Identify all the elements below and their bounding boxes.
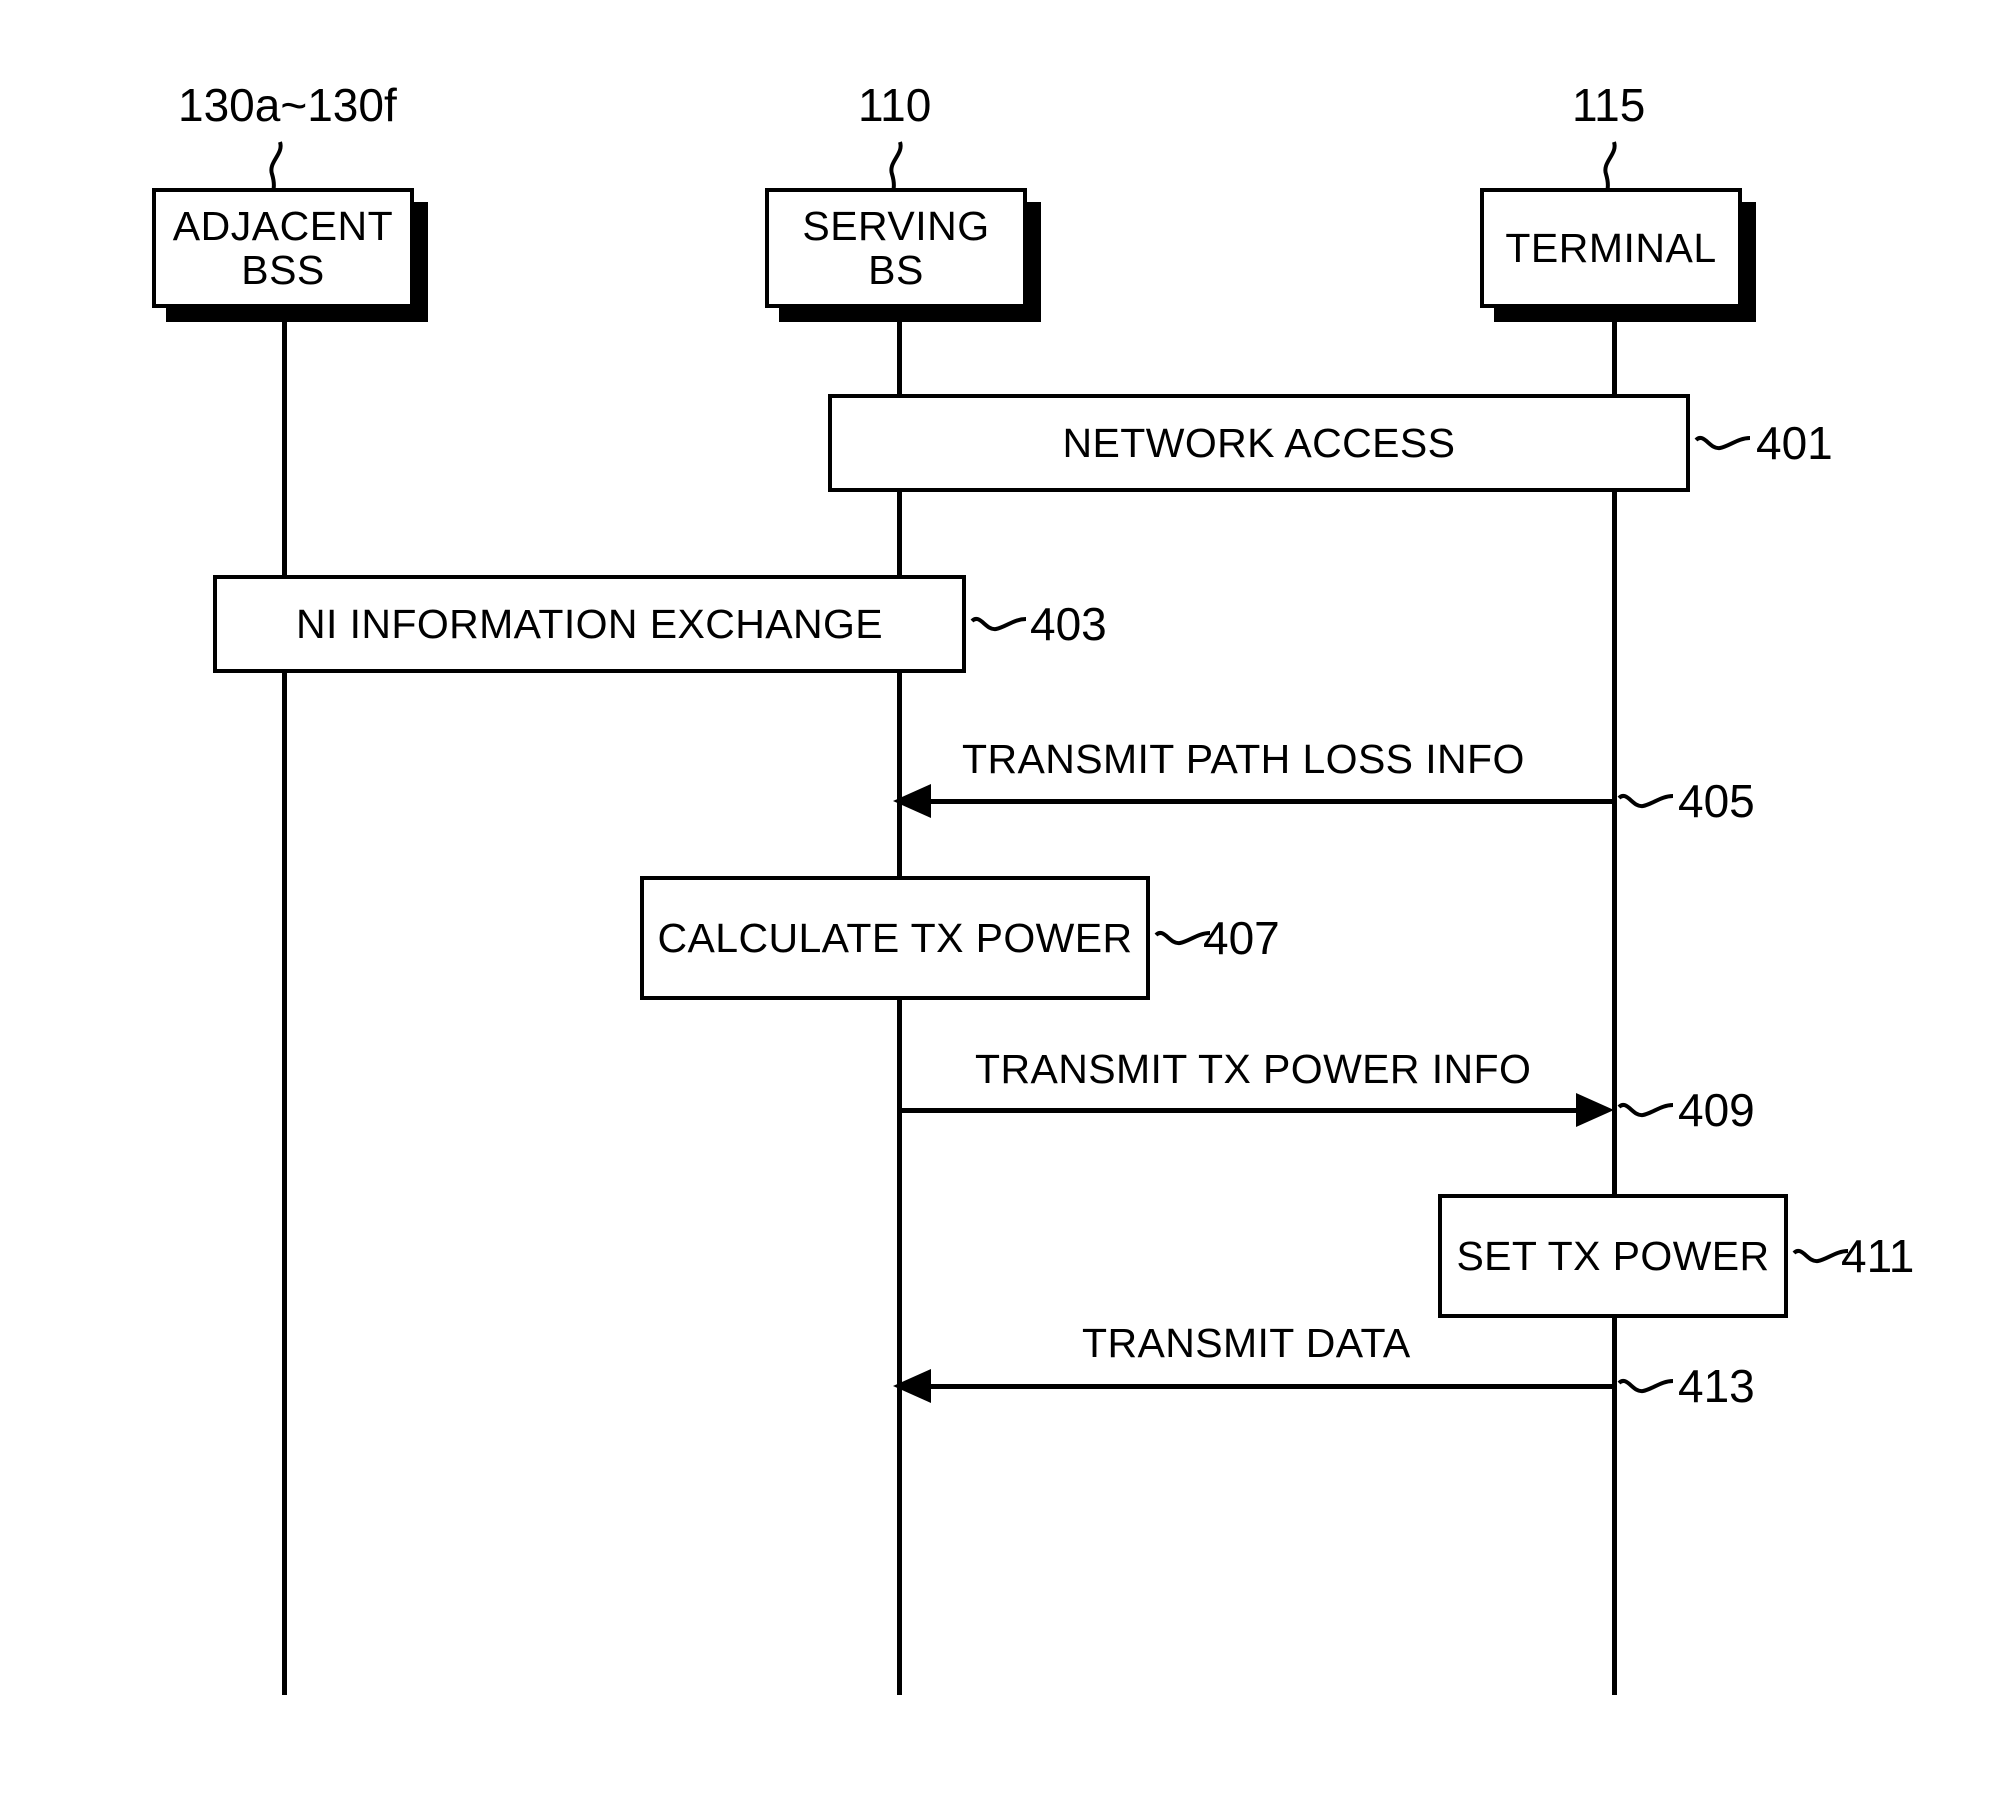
- leader-hook-icon-adjacent-bss: [269, 141, 283, 194]
- step-ref-403: 403: [1030, 598, 1107, 650]
- step-box-ni-information-exchange: NI INFORMATION EXCHANGE: [213, 575, 966, 673]
- message-label-transmit-data: TRANSMIT DATA: [1082, 1320, 1411, 1366]
- step-box-network-access: NETWORK ACCESS: [828, 394, 1690, 492]
- step-ref-413: 413: [1678, 1360, 1755, 1412]
- entity-ref-terminal: 115: [1572, 79, 1646, 131]
- entity-ref-serving-bs: 110: [858, 79, 932, 131]
- leader-squiggle-icon-409: [1617, 1103, 1674, 1118]
- step-ref-409: 409: [1678, 1084, 1755, 1136]
- leader-hook-icon-serving-bs: [889, 141, 903, 194]
- entity-serving-bs: SERVING BS: [765, 188, 1041, 322]
- step-box-set-tx-power: SET TX POWER: [1438, 1194, 1788, 1318]
- step-label-set-tx-power: SET TX POWER: [1456, 1232, 1770, 1279]
- step-label-ni-information-exchange: NI INFORMATION EXCHANGE: [295, 600, 884, 647]
- entity-box-serving-bs: SERVING BS: [765, 188, 1027, 308]
- step-ref-411: 411: [1841, 1230, 1915, 1282]
- step-box-calculate-tx-power: CALCULATE TX POWER: [640, 876, 1150, 1000]
- message-line-transmit-data: [916, 1384, 1614, 1389]
- entity-adjacent-bss: ADJACENT BSS: [152, 188, 428, 322]
- entity-ref-adjacent-bss: 130a~130f: [178, 79, 397, 131]
- step-ref-405: 405: [1678, 775, 1755, 827]
- entity-label-adjacent-bss-line2: BSS: [241, 247, 325, 293]
- leader-squiggle-icon-403: [970, 617, 1027, 632]
- lifeline-adjacent-bss: [282, 255, 287, 1695]
- patent-figure-canvas: 130a~130f 110 115 ADJACENT BSS SERVING B…: [0, 0, 1996, 1807]
- leader-squiggle-icon-401: [1694, 436, 1751, 451]
- entity-box-terminal: TERMINAL: [1480, 188, 1742, 308]
- entity-label-serving-bs-line2: BS: [868, 247, 924, 293]
- arrowhead-right-icon-409: [1576, 1093, 1614, 1127]
- entity-box-adjacent-bss: ADJACENT BSS: [152, 188, 414, 308]
- arrowhead-left-icon-405: [893, 784, 931, 818]
- leader-squiggle-icon-405: [1617, 794, 1674, 809]
- entity-terminal: TERMINAL: [1480, 188, 1756, 322]
- message-label-transmit-path-loss-info: TRANSMIT PATH LOSS INFO: [962, 736, 1525, 782]
- message-line-transmit-path-loss-info: [916, 799, 1614, 804]
- entity-label-terminal-line1: TERMINAL: [1505, 224, 1717, 271]
- step-label-calculate-tx-power: CALCULATE TX POWER: [657, 914, 1133, 961]
- entity-label-adjacent-bss-line1: ADJACENT: [172, 202, 394, 249]
- leader-hook-icon-terminal: [1603, 141, 1617, 194]
- arrowhead-left-icon-413: [893, 1369, 931, 1403]
- step-ref-401: 401: [1756, 417, 1833, 469]
- step-ref-407: 407: [1203, 912, 1280, 964]
- leader-squiggle-icon-413: [1617, 1379, 1674, 1394]
- message-line-transmit-tx-power-info: [900, 1108, 1578, 1113]
- message-label-transmit-tx-power-info: TRANSMIT TX POWER INFO: [975, 1046, 1532, 1092]
- step-label-network-access: NETWORK ACCESS: [1062, 419, 1456, 466]
- entity-label-serving-bs-line1: SERVING: [802, 202, 990, 249]
